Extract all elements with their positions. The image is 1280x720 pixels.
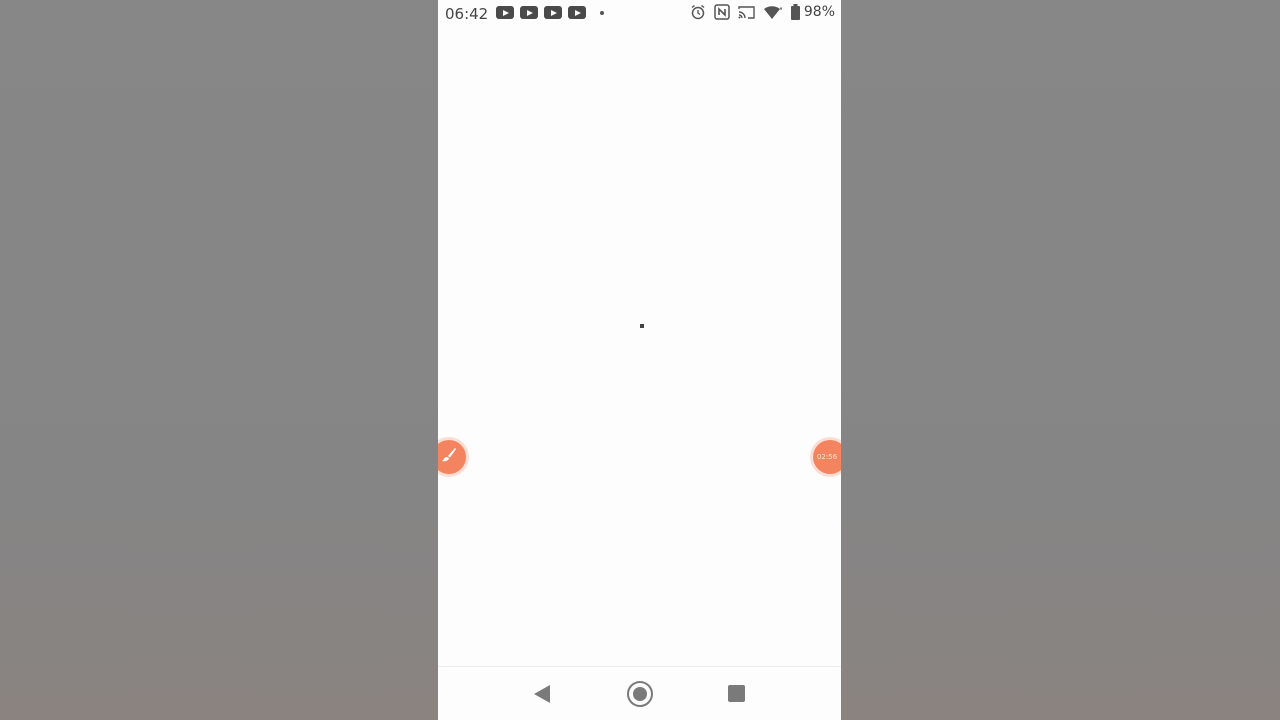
recents-icon[interactable] (728, 685, 745, 702)
paintbrush-icon (440, 446, 458, 468)
more-dot-icon (600, 10, 604, 15)
phone-screen: 06:42 98% 02:56 (438, 0, 841, 720)
back-icon[interactable] (534, 685, 550, 703)
navigation-bar (438, 666, 841, 720)
youtube-icon (496, 6, 514, 19)
recording-timer: 02:56 (816, 453, 838, 461)
youtube-icon (544, 6, 562, 19)
system-icons: 98% (690, 4, 835, 20)
main-content (438, 28, 841, 666)
youtube-icon (568, 6, 586, 19)
home-icon[interactable] (627, 681, 653, 707)
nfc-icon (714, 4, 730, 20)
cast-icon (738, 5, 755, 20)
youtube-icon (520, 6, 538, 19)
status-time: 06:42 (445, 5, 489, 23)
battery-icon (790, 4, 800, 20)
alarm-icon (690, 4, 706, 20)
notification-icons (496, 6, 604, 19)
battery-percent: 98% (803, 4, 835, 20)
wifi-icon (763, 4, 783, 20)
recording-timer-button[interactable]: 02:56 (813, 440, 841, 474)
status-bar: 06:42 98% (438, 0, 841, 28)
loading-indicator (640, 324, 644, 328)
